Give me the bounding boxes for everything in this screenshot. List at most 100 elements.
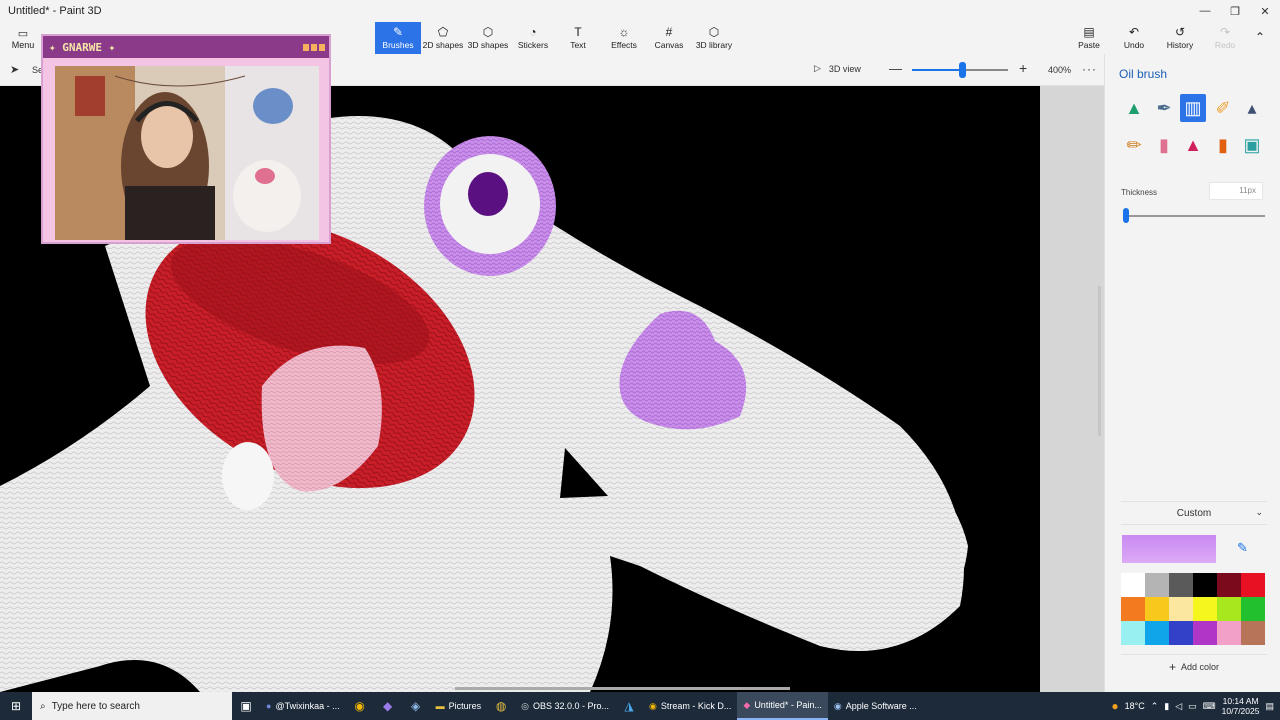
taskbar-app-obs[interactable]: ◎ OBS 32.0.0 - Pro... (515, 692, 615, 720)
volume-icon[interactable]: ◁ (1175, 701, 1182, 712)
pixel-pen-button[interactable]: ▴ (1239, 94, 1265, 122)
oil-brush-button[interactable]: ▥ (1180, 94, 1206, 122)
tab-2d-shapes[interactable]: ⬠ 2D shapes (420, 22, 466, 54)
color-swatch[interactable] (1217, 573, 1241, 597)
webcam-feed (55, 66, 319, 240)
display-icon[interactable]: ▭ (1188, 701, 1197, 712)
more-options-icon[interactable]: ··· (1082, 62, 1097, 76)
eyedropper-icon[interactable]: ✎ (1237, 540, 1248, 556)
chevron-down-icon: ⌄ (1255, 507, 1263, 517)
color-swatch[interactable] (1241, 573, 1265, 597)
tab-stickers[interactable]: ◔ Stickers (510, 22, 556, 54)
notifications-icon[interactable]: ▤ (1265, 701, 1274, 712)
app-pinned-icon-2[interactable]: ◍ (487, 692, 515, 720)
color-swatch[interactable] (1169, 573, 1193, 597)
taskbar-app-pictures[interactable]: ▬ Pictures (430, 692, 488, 720)
app-label: @Twixinkaa - ... (275, 701, 340, 711)
tab-canvas[interactable]: # Canvas (646, 22, 692, 54)
zoom-out-button[interactable]: — (889, 61, 902, 76)
color-swatch[interactable] (1145, 573, 1169, 597)
undo-button[interactable]: ↶ Undo (1111, 22, 1157, 54)
steam-pinned-icon[interactable]: ◈ (402, 692, 430, 720)
zoom-in-button[interactable]: + (1019, 60, 1027, 76)
taskbar-search[interactable]: ⌕ Type here to search (32, 692, 232, 720)
tab-label: 3D library (695, 40, 733, 50)
title-bar: Untitled* - Paint 3D — ❐ ✕ (0, 0, 1280, 22)
color-swatch[interactable] (1193, 597, 1217, 621)
canvas-icon: # (665, 25, 673, 39)
color-swatch[interactable] (1145, 621, 1169, 645)
zoom-slider-thumb[interactable] (958, 62, 966, 78)
task-view-icon[interactable]: ▣ (232, 692, 260, 720)
add-color-button[interactable]: + Add color (1121, 654, 1267, 678)
menu-button[interactable]: ▭ Menu (6, 24, 40, 52)
horizontal-scrollbar[interactable] (455, 687, 790, 690)
color-swatch[interactable] (1193, 621, 1217, 645)
collapse-ribbon-button[interactable]: ⌃ (1242, 22, 1278, 54)
tab-brushes[interactable]: ✎ Brushes (375, 22, 421, 54)
pencil-button[interactable]: ✏ (1121, 131, 1147, 159)
crayon-button[interactable]: ▲ (1180, 131, 1206, 159)
webcam-overlay: ✦ GNARWE ✦ (41, 34, 331, 244)
app-pinned-icon-3[interactable]: ◮ (615, 692, 643, 720)
color-swatch[interactable] (1241, 621, 1265, 645)
color-swatch[interactable] (1121, 597, 1145, 621)
fill-bucket-button[interactable]: ▣ (1239, 131, 1265, 159)
color-swatch[interactable] (1121, 573, 1145, 597)
marker-brush-button[interactable]: ▲ (1121, 94, 1147, 122)
spray-can-button[interactable]: ▮ (1210, 131, 1236, 159)
folder-icon: ▭ (17, 27, 29, 40)
3d-view-toggle[interactable]: ▷ 3D view (814, 63, 861, 74)
search-placeholder: Type here to search (51, 700, 140, 712)
clock[interactable]: 10:14 AM 10/7/2025 (1222, 696, 1260, 716)
color-swatch[interactable] (1121, 621, 1145, 645)
chevron-up-icon[interactable]: ⌃ (1151, 701, 1159, 712)
taskbar-app-apple-update[interactable]: ◉ Apple Software ... (828, 692, 923, 720)
thickness-input[interactable]: 11px (1209, 182, 1263, 200)
app-pinned-icon[interactable]: ◆ (374, 692, 402, 720)
tab-3d-shapes[interactable]: ⬡ 3D shapes (465, 22, 511, 54)
window-controls: — ❐ ✕ (1190, 0, 1280, 22)
weather-icon[interactable]: ● (1111, 699, 1118, 713)
fill-bucket-icon: ▣ (1243, 134, 1261, 155)
color-swatch[interactable] (1241, 597, 1265, 621)
history-button[interactable]: ↺ History (1157, 22, 1203, 54)
paste-button[interactable]: ▤ Paste (1066, 22, 1112, 54)
current-color-swatch[interactable] (1122, 535, 1216, 563)
keyboard-icon[interactable]: ⌨ (1203, 701, 1216, 712)
cursor-icon[interactable]: ➤ (10, 63, 19, 76)
tab-effects[interactable]: ☼ Effects (601, 22, 647, 54)
eraser-button[interactable]: ▮ (1151, 131, 1177, 159)
tab-3d-library[interactable]: ⬡ 3D library (691, 22, 737, 54)
taskbar-app-chrome[interactable]: ◉ Stream - Kick D... (643, 692, 737, 720)
maximize-button[interactable]: ❐ (1220, 0, 1250, 22)
close-button[interactable]: ✕ (1250, 0, 1280, 22)
2d-shapes-icon: ⬠ (437, 25, 449, 39)
taskbar-app-discord[interactable]: ● @Twixinkaa - ... (260, 692, 346, 720)
color-swatch[interactable] (1193, 573, 1217, 597)
calligraphy-pen-button[interactable]: ✒ (1151, 94, 1177, 122)
network-icon[interactable]: ▮ (1164, 701, 1169, 712)
menu-label: Menu (11, 39, 35, 50)
thickness-slider-thumb[interactable] (1122, 208, 1129, 223)
taskbar-app-paint3d[interactable]: ◆ Untitled* - Pain... (737, 692, 828, 720)
watercolor-brush-button[interactable]: ✐ (1210, 94, 1236, 122)
crayon-icon: ▲ (1184, 134, 1202, 155)
folder-icon: ▬ (435, 701, 445, 711)
tab-label: 2D shapes (422, 40, 464, 50)
webcam-image (55, 66, 319, 240)
weather-temp[interactable]: 18°C (1125, 701, 1145, 711)
color-swatch[interactable] (1145, 597, 1169, 621)
start-button[interactable]: ⊞ (0, 692, 32, 720)
color-swatch[interactable] (1169, 597, 1193, 621)
minimize-button[interactable]: — (1190, 0, 1220, 22)
chrome-pinned-icon[interactable]: ◉ (346, 692, 374, 720)
color-swatch[interactable] (1217, 621, 1241, 645)
color-mode-dropdown[interactable]: Custom ⌄ (1121, 501, 1267, 525)
tab-text[interactable]: T Text (555, 22, 601, 54)
color-swatch[interactable] (1169, 621, 1193, 645)
color-swatch[interactable] (1217, 597, 1241, 621)
vertical-scrollbar[interactable] (1098, 286, 1101, 436)
thickness-slider-track[interactable] (1123, 215, 1265, 217)
color-palette (1121, 573, 1265, 645)
